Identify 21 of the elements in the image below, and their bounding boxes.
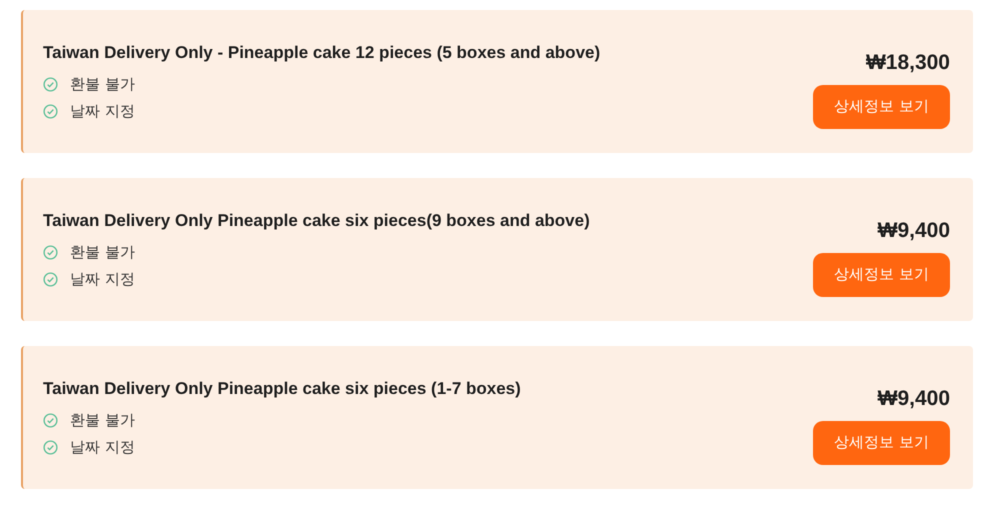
feature-label: 환불 불가 [70, 242, 135, 262]
feature-label: 날짜 지정 [70, 438, 135, 456]
product-title: Taiwan Delivery Only - Pineapple cake 12 pieces (5 boxes and above) [43, 42, 600, 62]
details-button[interactable]: 상세정보 보기 [813, 252, 950, 296]
product-price: ₩9,400 [878, 218, 950, 242]
feature-label: 환불 불가 [70, 74, 135, 94]
details-button[interactable]: 상세정보 보기 [813, 84, 950, 128]
product-title: Taiwan Delivery Only Pineapple cake six pieces(9 boxes and above) [43, 210, 590, 230]
check-circle-icon [43, 76, 58, 92]
check-circle-icon [43, 272, 58, 286]
feature-label: 환불 불가 [70, 410, 135, 430]
feature-label: 날짜 지정 [70, 270, 135, 288]
check-circle-icon [43, 440, 58, 454]
feature-label: 날짜 지정 [70, 102, 135, 120]
details-button[interactable]: 상세정보 보기 [813, 420, 950, 464]
product-price: ₩9,400 [878, 386, 950, 410]
check-circle-icon [43, 104, 58, 118]
product-title: Taiwan Delivery Only Pineapple cake six pieces (1-7 boxes) [43, 378, 521, 398]
check-circle-icon [43, 244, 58, 260]
product-price: ₩18,300 [866, 50, 950, 74]
check-circle-icon [43, 412, 58, 428]
